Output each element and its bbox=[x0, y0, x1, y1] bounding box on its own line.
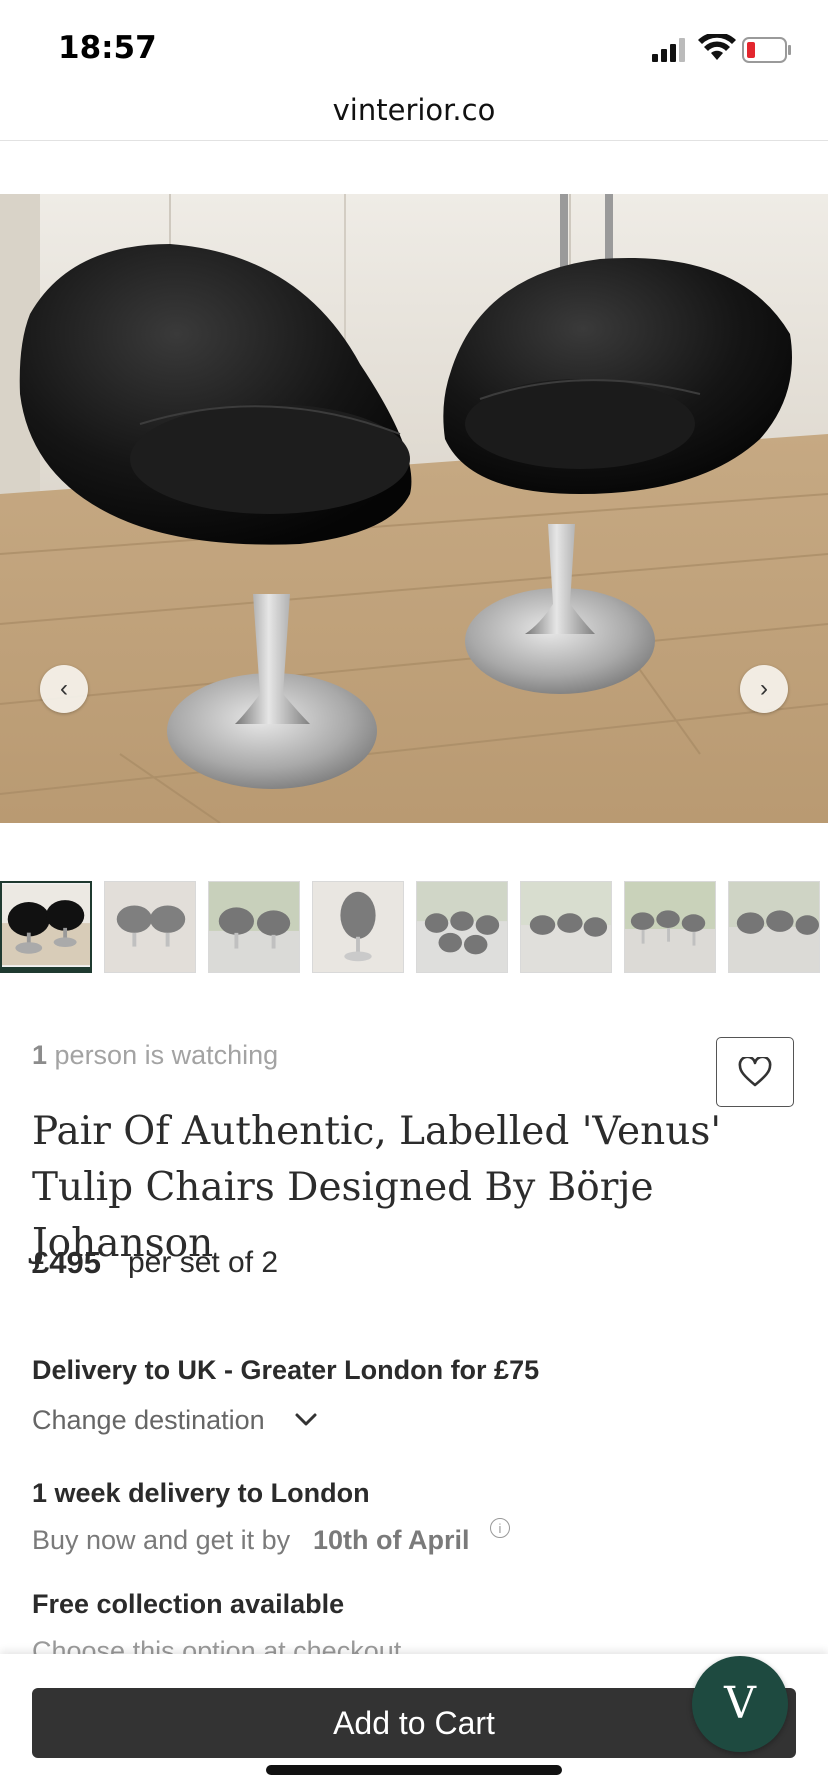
thumbnail-image bbox=[2, 884, 90, 966]
thumbnail-1[interactable] bbox=[0, 881, 92, 973]
status-bar: 18:57 bbox=[0, 0, 828, 96]
home-indicator[interactable] bbox=[266, 1765, 562, 1775]
status-time: 18:57 bbox=[58, 30, 157, 66]
price-unit: per set of 2 bbox=[128, 1246, 279, 1279]
thumbnail-strip bbox=[0, 881, 828, 977]
cellular-signal-icon bbox=[652, 38, 685, 62]
change-destination-link[interactable]: Change destination bbox=[32, 1405, 265, 1436]
wifi-icon bbox=[698, 34, 736, 60]
chevron-right-icon: › bbox=[760, 675, 768, 702]
heart-icon bbox=[738, 1057, 772, 1087]
thumbnail-3[interactable] bbox=[208, 881, 300, 973]
delivery-speed: 1 week delivery to London bbox=[32, 1478, 370, 1508]
thumbnail-image bbox=[209, 882, 299, 972]
thumbnail-6[interactable] bbox=[520, 881, 612, 973]
thumbnail-2[interactable] bbox=[104, 881, 196, 973]
watching-counter: 1 person is watching bbox=[32, 1040, 278, 1071]
address-bar[interactable]: vinterior.co bbox=[0, 88, 828, 141]
chairs-photo bbox=[0, 194, 828, 823]
thumbnail-8[interactable] bbox=[728, 881, 820, 973]
chat-button[interactable]: V bbox=[692, 1656, 788, 1752]
add-to-cart-button[interactable]: Add to Cart bbox=[32, 1688, 796, 1758]
info-icon[interactable]: i bbox=[490, 1518, 510, 1538]
thumbnail-image bbox=[417, 882, 507, 972]
next-image-button[interactable]: › bbox=[740, 665, 788, 713]
product-main-image[interactable]: ‹ › bbox=[0, 194, 828, 823]
thumbnail-image bbox=[313, 882, 403, 972]
delivery-headline: Delivery to UK - Greater London for £75 bbox=[32, 1355, 540, 1385]
thumbnail-4[interactable] bbox=[312, 881, 404, 973]
thumbnail-image bbox=[105, 882, 195, 972]
chevron-down-icon[interactable] bbox=[293, 1410, 319, 1430]
battery-icon bbox=[742, 37, 791, 63]
watching-count: 1 bbox=[32, 1040, 48, 1070]
favorite-button[interactable] bbox=[716, 1037, 794, 1107]
watching-text: person is watching bbox=[47, 1040, 279, 1070]
thumbnail-image bbox=[521, 882, 611, 972]
delivery-eta-prefix: Buy now and get it by bbox=[32, 1525, 291, 1555]
chevron-left-icon: ‹ bbox=[60, 675, 68, 702]
thumbnail-5[interactable] bbox=[416, 881, 508, 973]
delivery-eta-date: 10th of April bbox=[313, 1525, 470, 1555]
url-text: vinterior.co bbox=[332, 93, 496, 127]
product-price: £495 bbox=[32, 1245, 101, 1280]
thumbnail-7[interactable] bbox=[624, 881, 716, 973]
previous-image-button[interactable]: ‹ bbox=[40, 665, 88, 713]
thumbnail-image bbox=[729, 882, 819, 972]
collection-headline: Free collection available bbox=[32, 1589, 345, 1619]
thumbnail-image bbox=[625, 882, 715, 972]
